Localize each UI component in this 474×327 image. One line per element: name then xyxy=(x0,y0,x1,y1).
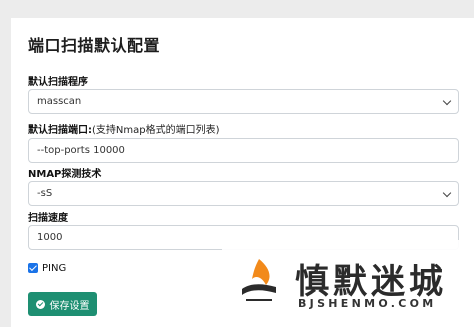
ports-label: 默认扫描端口:(支持Nmap格式的端口列表) xyxy=(28,121,220,136)
ping-label: PING xyxy=(42,262,67,274)
program-label: 默认扫描程序 xyxy=(28,77,88,88)
ports-input[interactable] xyxy=(28,138,459,163)
watermark-logo-icon xyxy=(242,259,276,301)
nmap-tech-label: NMAP探测技术 xyxy=(28,169,102,180)
ports-label-text: 默认扫描端口: xyxy=(28,125,92,136)
watermark-subtext: BJSHENMO.COM xyxy=(298,297,437,310)
watermark: 慎默迷城 BJSHENMO.COM xyxy=(222,240,474,327)
page-title: 端口扫描默认配置 xyxy=(28,36,161,55)
save-button-label: 保存设置 xyxy=(49,300,90,312)
check-circle-icon xyxy=(35,299,45,309)
ping-option[interactable]: PING xyxy=(28,262,66,274)
chevron-down-icon xyxy=(442,188,452,198)
nmap-tech-select[interactable]: -sS xyxy=(28,181,459,206)
ports-label-hint: (支持Nmap格式的端口列表) xyxy=(92,125,220,136)
chevron-down-icon xyxy=(442,96,452,106)
speed-label: 扫描速度 xyxy=(28,213,68,224)
program-select[interactable]: masscan xyxy=(28,89,459,114)
program-select-value: masscan xyxy=(37,96,82,107)
nmap-tech-select-value: -sS xyxy=(37,188,53,199)
ping-checkbox[interactable] xyxy=(28,263,38,273)
save-button[interactable]: 保存设置 xyxy=(28,292,97,316)
watermark-text: 慎默迷城 xyxy=(295,262,447,302)
